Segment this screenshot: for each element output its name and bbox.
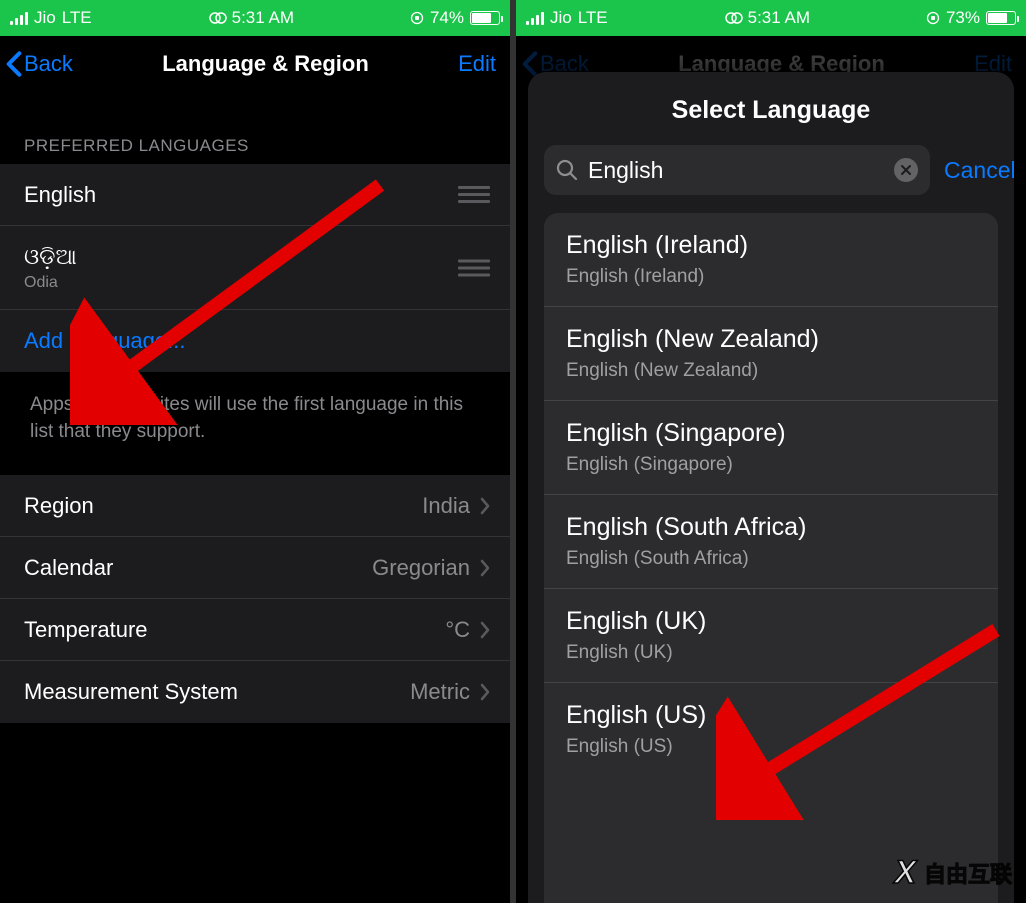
language-sub: English (Ireland) <box>566 266 976 288</box>
language-name: English (South Africa) <box>566 513 976 542</box>
language-sub: English (Singapore) <box>566 454 976 476</box>
region-settings-group: Region India Calendar Gregorian Temperat… <box>0 475 510 723</box>
clear-search-button[interactable] <box>894 158 918 182</box>
language-name: English (UK) <box>566 607 976 636</box>
back-label: Back <box>24 51 73 77</box>
language-sub: English (UK) <box>566 642 976 664</box>
back-button[interactable]: Back <box>6 50 73 78</box>
add-language-button[interactable]: Add Language... <box>0 310 510 372</box>
chevron-right-icon <box>480 497 490 515</box>
language-result[interactable]: English (South Africa) English (South Af… <box>544 495 998 589</box>
search-input[interactable] <box>588 157 884 184</box>
language-sub: English (US) <box>566 736 976 758</box>
battery-icon <box>986 11 1016 25</box>
time-label: 5:31 AM <box>232 8 294 28</box>
link-icon <box>208 11 228 25</box>
setting-label: Measurement System <box>24 679 238 705</box>
language-name: English <box>24 182 96 208</box>
language-result[interactable]: English (Ireland) English (Ireland) <box>544 213 998 307</box>
select-language-sheet: Select Language Cancel English (Ireland)… <box>528 72 1014 903</box>
chevron-right-icon <box>480 559 490 577</box>
cancel-button[interactable]: Cancel <box>944 157 1014 184</box>
measurement-row[interactable]: Measurement System Metric <box>0 661 510 723</box>
battery-pct: 74% <box>430 8 464 28</box>
setting-value: Metric <box>410 679 470 705</box>
language-name: English (New Zealand) <box>566 325 976 354</box>
sheet-title: Select Language <box>528 72 1014 145</box>
language-name: English (US) <box>566 701 976 730</box>
search-icon <box>556 159 578 181</box>
link-icon <box>724 11 744 25</box>
watermark: X 自由互联 <box>895 854 1012 891</box>
status-bar: Jio LTE 5:31 AM 73% <box>516 0 1026 36</box>
language-result[interactable]: English (New Zealand) English (New Zeala… <box>544 307 998 401</box>
add-language-label: Add Language... <box>24 328 185 354</box>
signal-bars-icon <box>10 11 28 25</box>
language-row[interactable]: ଓଡ଼ିଆ Odia <box>0 226 510 310</box>
lock-icon <box>410 11 424 25</box>
section-header-preferred: PREFERRED LANGUAGES <box>0 98 510 164</box>
setting-label: Calendar <box>24 555 113 581</box>
language-name: English (Singapore) <box>566 419 976 448</box>
battery-icon <box>470 11 500 25</box>
language-name: English (Ireland) <box>566 231 976 260</box>
network-label: LTE <box>578 8 608 28</box>
carrier-label: Jio <box>550 8 572 28</box>
chevron-right-icon <box>480 621 490 639</box>
setting-value: Gregorian <box>372 555 470 581</box>
preferred-languages-group: English ଓଡ଼ିଆ Odia Add Language... <box>0 164 510 372</box>
chevron-right-icon <box>480 683 490 701</box>
status-bar: Jio LTE 5:31 AM 74% <box>0 0 510 36</box>
signal-bars-icon <box>526 11 544 25</box>
left-screenshot: Jio LTE 5:31 AM 74% Back Language & Regi… <box>0 0 510 903</box>
carrier-label: Jio <box>34 8 56 28</box>
watermark-logo: X <box>895 854 916 891</box>
language-results-list[interactable]: English (Ireland) English (Ireland) Engl… <box>544 213 998 903</box>
language-sub: English (South Africa) <box>566 548 976 570</box>
lock-icon <box>926 11 940 25</box>
language-result[interactable]: English (UK) English (UK) <box>544 589 998 683</box>
region-row[interactable]: Region India <box>0 475 510 537</box>
temperature-row[interactable]: Temperature °C <box>0 599 510 661</box>
time-label: 5:31 AM <box>748 8 810 28</box>
setting-label: Temperature <box>24 617 148 643</box>
right-screenshot: Jio LTE 5:31 AM 73% Back Language & Regi… <box>516 0 1026 903</box>
setting-label: Region <box>24 493 94 519</box>
edit-button[interactable]: Edit <box>458 51 496 77</box>
calendar-row[interactable]: Calendar Gregorian <box>0 537 510 599</box>
watermark-text: 自由互联 <box>924 857 1012 889</box>
nav-bar: Back Language & Region Edit <box>0 36 510 98</box>
setting-value: °C <box>445 617 470 643</box>
battery-pct: 73% <box>946 8 980 28</box>
language-sub: Odia <box>24 274 58 292</box>
language-name: ଓଡ଼ିଆ <box>24 244 77 270</box>
language-row[interactable]: English <box>0 164 510 226</box>
network-label: LTE <box>62 8 92 28</box>
search-row: Cancel <box>528 145 1014 213</box>
setting-value: India <box>422 493 470 519</box>
language-result[interactable]: English (Singapore) English (Singapore) <box>544 401 998 495</box>
search-box[interactable] <box>544 145 930 195</box>
drag-handle-icon[interactable] <box>458 186 490 203</box>
language-sub: English (New Zealand) <box>566 360 976 382</box>
section-footer: Apps and websites will use the first lan… <box>0 372 510 475</box>
page-title: Language & Region <box>162 51 369 77</box>
language-result[interactable]: English (US) English (US) <box>544 683 998 776</box>
drag-handle-icon[interactable] <box>458 259 490 276</box>
